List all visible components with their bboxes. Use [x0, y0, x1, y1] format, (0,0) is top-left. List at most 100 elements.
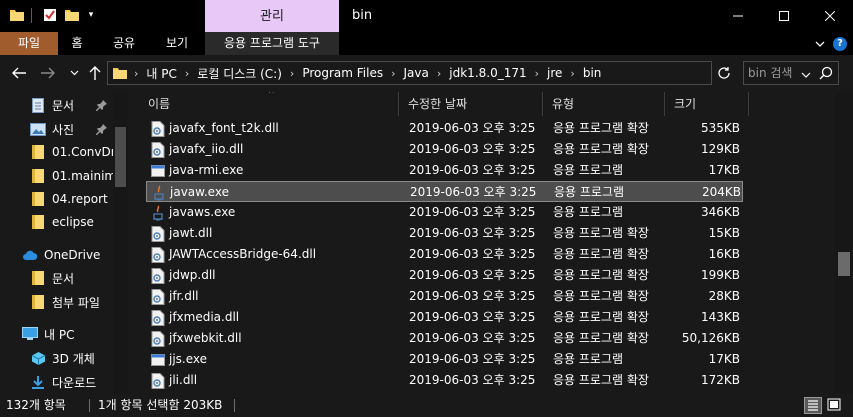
column-header-name[interactable]: 이름: [142, 92, 398, 116]
breadcrumb-local-disk[interactable]: 로컬 디스크 (C:): [197, 65, 282, 82]
breadcrumb-this-pc[interactable]: 내 PC: [146, 65, 176, 82]
large-icons-view-button[interactable]: [826, 397, 844, 414]
file-row[interactable]: jli.dll 2019-06-03 오후 3:25 응용 프로그램 확장 172KB: [146, 370, 743, 391]
chevron-down-icon: [815, 41, 825, 47]
details-view-button[interactable]: [804, 397, 822, 414]
maximize-button[interactable]: [761, 0, 807, 32]
file-row[interactable]: javafx_font_t2k.dll 2019-06-03 오후 3:25 응용 …: [146, 118, 743, 139]
breadcrumb-separator: ›: [391, 66, 396, 80]
file-name: java-rmi.exe: [169, 163, 244, 177]
tab-share[interactable]: 공유: [102, 32, 146, 55]
help-button[interactable]: ?: [832, 36, 848, 52]
file-type: 응용 프로그램: [553, 163, 624, 177]
file-name: jfxwebkit.dll: [169, 331, 242, 345]
sidebar-item-label: 04.report: [52, 192, 108, 206]
details-view-icon: [808, 400, 818, 411]
file-row[interactable]: jfxmedia.dll 2019-06-03 오후 3:25 응용 프로그램 확장…: [146, 307, 743, 328]
sidebar-item-label: 3D 개체: [52, 351, 95, 366]
file-name: jfr.dll: [169, 289, 199, 303]
tab-application-tools[interactable]: 응용 프로그램 도구: [205, 32, 339, 55]
file-row[interactable]: javaw.exe 2019-06-03 오후 3:25 응용 프로그램 204KB: [146, 181, 743, 202]
close-button[interactable]: [807, 0, 853, 32]
file-type: 응용 프로그램 확장: [553, 121, 649, 135]
dll-icon: [151, 289, 165, 305]
breadcrumb-separator: ›: [289, 66, 295, 80]
search-box[interactable]: [743, 61, 839, 85]
back-button[interactable]: [9, 63, 29, 83]
column-divider[interactable]: [398, 92, 399, 116]
folder-icon: [30, 144, 46, 160]
quick-access-customize-icon[interactable]: ▾: [85, 9, 97, 21]
sidebar-item-label: eclipse: [52, 215, 94, 229]
tab-home[interactable]: 홈: [58, 32, 96, 55]
file-row[interactable]: jfr.dll 2019-06-03 오후 3:25 응용 프로그램 확장 28KB: [146, 286, 743, 307]
file-name: jjs.exe: [169, 352, 208, 366]
tab-manage[interactable]: 관리: [205, 0, 339, 32]
column-divider[interactable]: [748, 92, 749, 116]
column-divider[interactable]: [664, 92, 665, 116]
file-name: jawt.dll: [169, 226, 213, 240]
file-list-scrollbar[interactable]: [835, 92, 853, 394]
column-header-size[interactable]: 크기: [668, 92, 748, 116]
folder-icon: [30, 214, 46, 230]
search-input[interactable]: [748, 64, 814, 82]
breadcrumb-jre[interactable]: jre: [547, 66, 562, 80]
status-bar: 132개 항목 1개 항목 선택함 203KB: [0, 394, 853, 417]
file-date: 2019-06-03 오후 3:25: [409, 121, 536, 135]
tab-file[interactable]: 파일: [0, 32, 58, 55]
breadcrumb-bin[interactable]: bin: [583, 66, 602, 80]
up-button[interactable]: [85, 63, 105, 83]
sidebar-item-label: OneDrive: [44, 248, 101, 262]
navigation-pane: 문서 사진 01.ConvDr 01.mainim 04.report ecli…: [0, 92, 128, 394]
refresh-button[interactable]: [714, 63, 734, 83]
minimize-button[interactable]: [715, 0, 761, 32]
expand-ribbon-button[interactable]: [812, 36, 828, 52]
java-icon: [151, 205, 165, 221]
navigation-pane-scrollbar-thumb[interactable]: [115, 127, 126, 187]
dll-icon: [151, 247, 165, 263]
new-folder-icon[interactable]: [65, 8, 79, 22]
file-row[interactable]: java-rmi.exe 2019-06-03 오후 3:25 응용 프로그램 17K…: [146, 160, 743, 181]
file-row[interactable]: jdwp.dll 2019-06-03 오후 3:25 응용 프로그램 확장 199K…: [146, 265, 743, 286]
column-headers: ^ 이름 수정한 날짜 유형 크기: [128, 92, 835, 116]
file-row[interactable]: jjs.exe 2019-06-03 오후 3:25 응용 프로그램 17KB: [146, 349, 743, 370]
item-count: 132개 항목: [6, 398, 66, 412]
file-row[interactable]: jawt.dll 2019-06-03 오후 3:25 응용 프로그램 확장 15KB: [146, 223, 743, 244]
tab-view[interactable]: 보기: [155, 32, 199, 55]
file-row[interactable]: javafx_iio.dll 2019-06-03 오후 3:25 응용 프로그램 …: [146, 139, 743, 160]
column-divider[interactable]: [542, 92, 543, 116]
file-list: ^ 이름 수정한 날짜 유형 크기 javafx_font_t2k.dll 201…: [128, 92, 835, 394]
file-row[interactable]: jfxwebkit.dll 2019-06-03 오후 3:25 응용 프로그램 확…: [146, 328, 743, 349]
pin-icon[interactable]: [96, 99, 108, 111]
file-name: jli.dll: [169, 373, 198, 387]
file-row[interactable]: JAWTAccessBridge-64.dll 2019-06-03 오후 3:2…: [146, 244, 743, 265]
file-list-scrollbar-thumb[interactable]: [838, 252, 850, 276]
breadcrumb-jdk[interactable]: jdk1.8.0_171: [449, 66, 526, 80]
sidebar-item-label: 사진: [52, 122, 75, 137]
file-date: 2019-06-03 오후 3:25: [409, 163, 536, 177]
file-row[interactable]: javaws.exe 2019-06-03 오후 3:25 응용 프로그램 346KB: [146, 202, 743, 223]
forward-button[interactable]: [38, 63, 58, 83]
address-bar[interactable]: › 내 PC › 로컬 디스크 (C:) › Program Files › J…: [107, 61, 811, 85]
file-size: 17KB: [708, 352, 740, 366]
breadcrumb-separator: ›: [436, 66, 442, 80]
file-date: 2019-06-03 오후 3:25: [409, 142, 536, 156]
column-header-type[interactable]: 유형: [546, 92, 664, 116]
breadcrumb-separator: ›: [570, 66, 575, 80]
folder-icon[interactable]: [10, 8, 24, 22]
pin-icon[interactable]: [96, 123, 108, 135]
dll-icon: [151, 121, 165, 137]
file-type: 응용 프로그램: [554, 185, 625, 199]
file-type: 응용 프로그램 확장: [553, 142, 649, 156]
properties-check-icon[interactable]: [43, 8, 57, 22]
help-icon: ?: [833, 37, 847, 51]
file-type: 응용 프로그램 확장: [553, 268, 649, 282]
column-header-date[interactable]: 수정한 날짜: [402, 92, 542, 116]
window-title: bin: [352, 8, 373, 23]
file-size: 15KB: [708, 226, 740, 240]
file-size: 16KB: [708, 247, 740, 261]
breadcrumb-separator: ›: [184, 66, 190, 80]
breadcrumb-program-files[interactable]: Program Files: [302, 66, 383, 80]
recent-locations-button[interactable]: [64, 63, 84, 83]
breadcrumb-java[interactable]: Java: [404, 66, 429, 80]
